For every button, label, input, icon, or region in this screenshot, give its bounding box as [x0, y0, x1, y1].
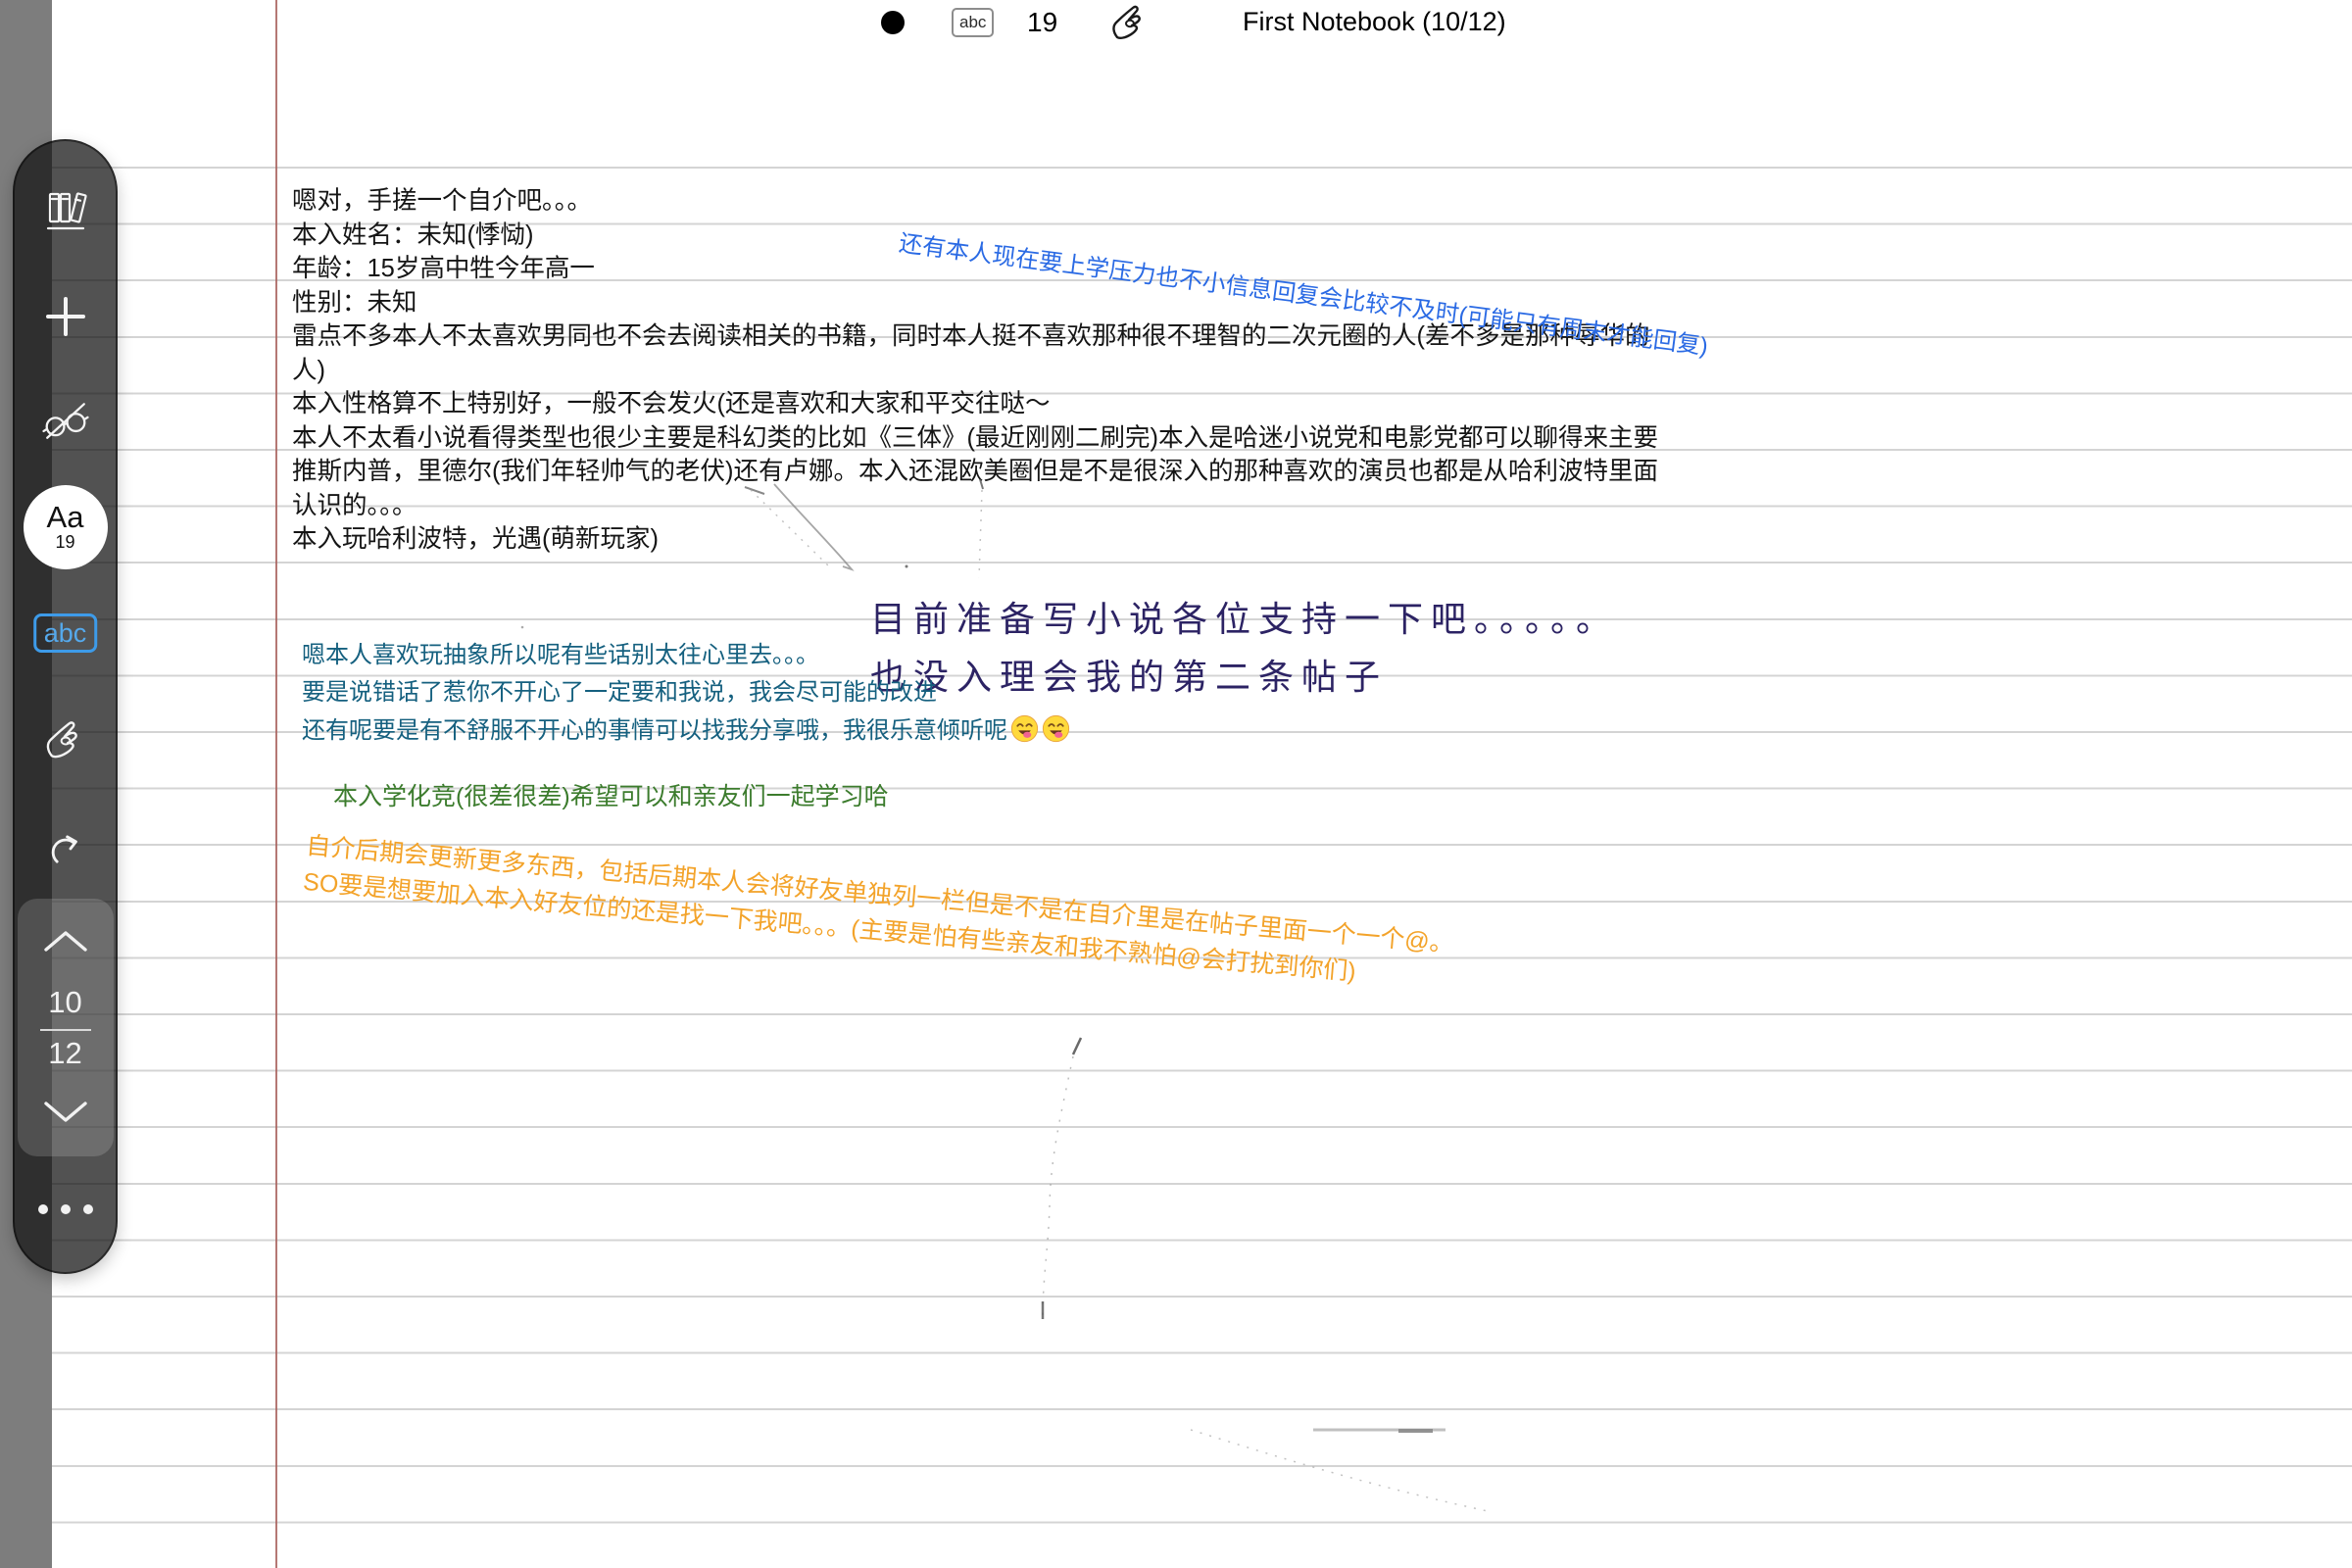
note-line: 嗯对，手搓一个自介吧。。。 [292, 184, 1658, 219]
note-line: 认识的。。。 [292, 489, 1658, 523]
floating-toolbar: Aa 19 abc [13, 139, 118, 1274]
page-navigator: 10 12 [18, 899, 114, 1156]
note-line: 还有呢要是有不舒服不开心的事情可以找我分享哦，我很乐意倾听呢 [302, 712, 1070, 750]
dot [61, 1204, 71, 1214]
library-books-icon [43, 189, 88, 234]
text-box-tool-icon[interactable]: abc [952, 8, 994, 37]
pinch-hand-icon[interactable] [1108, 2, 1152, 45]
note-text-green[interactable]: 本入学化竞(很差很差)希望可以和亲友们一起学习哈 [333, 777, 889, 812]
page-up-button[interactable] [40, 928, 91, 954]
plus-icon [42, 293, 89, 340]
glasses-slash-icon [42, 400, 89, 441]
notebook-title[interactable]: First Notebook (10/12) [1243, 7, 1506, 37]
note-line: 本人不太看小说看得类型也很少主要是科幻类的比如《三体》(最近刚刚二刷完)本入是哈… [292, 421, 1658, 456]
page-divider [40, 1029, 91, 1031]
note-line: 本入性格算不上特别好，一般不会发火(还是喜欢和大家和平交往哒～ [292, 387, 1658, 421]
font-size-value[interactable]: 19 [1027, 7, 1057, 38]
note-line: 嗯本人喜欢玩抽象所以呢有些话别太往心里去。。。 [302, 637, 1070, 674]
note-line: 要是说错话了惹你不开心了一定要和我说，我会尽可能的改进 [302, 674, 1070, 711]
text-style-button[interactable]: Aa 19 [24, 485, 108, 569]
notebook-margin-line [275, 0, 277, 1568]
more-options-button[interactable] [15, 1204, 116, 1214]
pinch-hand-icon [42, 717, 89, 764]
emoji-tongue-icon [1010, 714, 1039, 743]
topbar: abc 19 First Notebook (10/12) [0, 0, 2352, 51]
pinch-hand-tool-button[interactable] [15, 717, 116, 764]
note-line: 推斯内普，里德尔(我们年轻帅气的老伏)还有卢娜。本入还混欧美圈但是不是很深入的那… [292, 455, 1658, 489]
page-down-button[interactable] [40, 1099, 91, 1124]
dot [38, 1204, 48, 1214]
text-style-label: Aa [47, 503, 84, 532]
redo-icon [44, 827, 87, 870]
dot [83, 1204, 93, 1214]
emoji-tongue-icon [1042, 714, 1070, 743]
note-line: 本入玩哈利波特，光遇(萌新玩家) [292, 522, 1658, 557]
text-style-size: 19 [55, 532, 74, 552]
note-text-teal[interactable]: 嗯本人喜欢玩抽象所以呢有些话别太往心里去。。。 要是说错话了惹你不开心了一定要和… [302, 637, 1070, 750]
redo-button[interactable] [15, 827, 116, 870]
add-page-button[interactable] [15, 293, 116, 340]
page-total: 12 [18, 1036, 114, 1071]
read-only-mode-button[interactable] [15, 400, 116, 441]
note-line: 人) [292, 354, 1658, 388]
text-box-tool-active[interactable]: abc [33, 613, 98, 653]
library-button[interactable] [15, 189, 116, 234]
text-color-dot[interactable] [881, 11, 905, 34]
page-current[interactable]: 10 [18, 985, 114, 1020]
